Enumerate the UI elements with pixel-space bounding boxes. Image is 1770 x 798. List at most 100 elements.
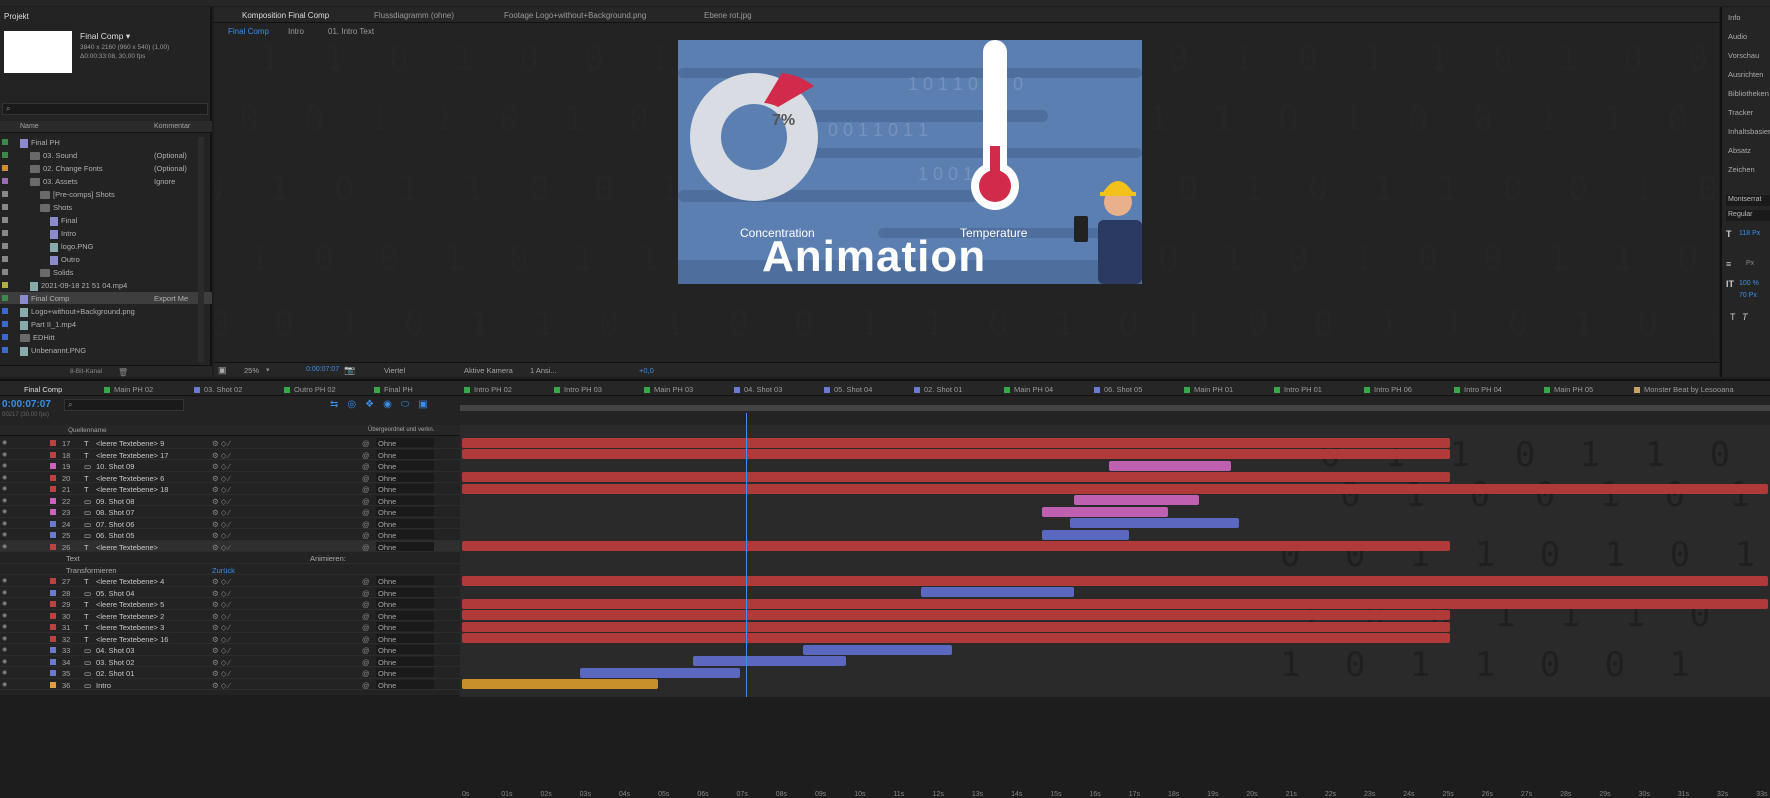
work-area-bar[interactable] [460,405,1770,411]
timeline-tab[interactable]: 03. Shot 02 [194,385,242,394]
parent-pickwhip-icon[interactable]: @ [362,508,370,517]
parent-pickwhip-icon[interactable]: @ [362,681,370,690]
parent-pickwhip-icon[interactable]: @ [362,497,370,506]
label-color-swatch[interactable] [2,321,8,327]
visibility-eye-icon[interactable]: ◉ [2,600,7,607]
layer-name[interactable]: 05. Shot 04 [96,589,134,598]
project-item[interactable]: 03. Assets Ignore [0,175,212,187]
project-item[interactable]: 2021-09-18 21 51 04.mp4 [0,279,212,291]
zoom-select[interactable]: 25% [244,366,259,375]
layer-switches[interactable]: ⚙ ◇ ∕ [212,658,230,667]
timeline-tab[interactable]: Main PH 03 [644,385,693,394]
timeline-tab[interactable]: Intro PH 01 [1274,385,1322,394]
timeline-switches[interactable]: ⇆◎❖◉⬭▣ [330,399,450,411]
project-item[interactable]: 02. Change Fonts (Optional) [0,162,212,174]
tab-composition[interactable]: Komposition Final Comp [242,11,329,20]
panel-info[interactable]: Info [1728,13,1741,22]
layer-row[interactable]: ◉ 22 ▭ 09. Shot 08 ⚙ ◇ ∕ @ Ohne [0,495,460,506]
parent-select[interactable]: Ohne [376,438,434,448]
breadcrumb-final-comp[interactable]: Final Comp [228,27,269,36]
leading-value[interactable]: 70 Px [1739,292,1757,299]
layer-switches[interactable]: ⚙ ◇ ∕ [212,600,230,609]
layer-row[interactable]: ◉ 18 T <leere Textebene> 17 ⚙ ◇ ∕ @ Ohne [0,449,460,460]
visibility-eye-icon[interactable]: ◉ [2,508,7,515]
parent-pickwhip-icon[interactable]: @ [362,635,370,644]
panel-zeichen[interactable]: Zeichen [1728,165,1755,174]
parent-select[interactable]: Ohne [376,587,434,598]
layer-switches[interactable]: ⚙ ◇ ∕ [212,623,230,632]
timeline-tab[interactable]: 05. Shot 04 [824,385,872,394]
label-color-swatch[interactable] [2,217,8,223]
parent-select[interactable]: Ohne [376,599,434,609]
layer-name[interactable]: <leere Textebene> 5 [96,600,164,609]
layer-switches[interactable]: ⚙ ◇ ∕ [212,589,230,598]
timeline-tab[interactable]: 06. Shot 05 [1094,385,1142,394]
parent-select[interactable]: Ohne [376,679,434,690]
layer-duration-bar[interactable] [462,610,1451,620]
project-item[interactable]: Outro [0,253,212,265]
layer-name[interactable]: <leere Textebene> [96,543,158,552]
layer-name[interactable]: <leere Textebene> 4 [96,577,164,586]
parent-select[interactable]: Ohne [376,461,434,471]
layer-row[interactable]: ◉ 30 T <leere Textebene> 2 ⚙ ◇ ∕ @ Ohne [0,610,460,621]
project-item[interactable]: Final [0,214,212,226]
label-color-swatch[interactable] [2,165,8,171]
camera-select[interactable]: Aktive Kamera [464,366,513,375]
parent-pickwhip-icon[interactable]: @ [362,589,370,598]
layer-name[interactable]: Intro [96,681,111,690]
layer-duration-bar[interactable] [462,449,1451,459]
parent-pickwhip-icon[interactable]: @ [362,658,370,667]
property-name[interactable]: Text [66,554,80,563]
parent-pickwhip-icon[interactable]: @ [362,439,370,448]
layer-name[interactable]: 10. Shot 09 [96,462,134,471]
visibility-eye-icon[interactable]: ◉ [2,497,7,504]
layer-duration-bar[interactable] [803,644,953,655]
layer-color-swatch[interactable] [50,681,56,688]
parent-pickwhip-icon[interactable]: @ [362,531,370,540]
preview-toggle-icon[interactable]: ▣ [218,365,227,376]
layer-color-swatch[interactable] [50,440,56,446]
layer-switches[interactable]: ⚙ ◇ ∕ [212,531,230,540]
column-source-name[interactable]: Quellenname [68,427,107,434]
project-item[interactable]: 03. Sound (Optional) [0,149,212,161]
project-item[interactable]: Final Comp Export Me [0,292,212,304]
tab-final-comp[interactable]: Final Comp [24,385,62,394]
layer-switches[interactable]: ⚙ ◇ ∕ [212,577,230,586]
layer-row[interactable]: ◉ 33 ▭ 04. Shot 03 ⚙ ◇ ∕ @ Ohne [0,644,460,656]
visibility-eye-icon[interactable]: ◉ [2,543,7,550]
layer-name[interactable]: 06. Shot 05 [96,531,134,540]
layer-row[interactable]: ◉ 25 ▭ 06. Shot 05 ⚙ ◇ ∕ @ Ohne [0,529,460,541]
layer-color-swatch[interactable] [50,647,56,653]
layer-duration-bar[interactable] [579,667,741,678]
project-item[interactable]: logo.PNG [0,240,212,252]
visibility-eye-icon[interactable]: ◉ [2,646,7,653]
panel-tracker[interactable]: Tracker [1728,108,1753,117]
layer-color-swatch[interactable] [50,543,56,550]
layer-row[interactable]: ◉ 17 T <leere Textebene> 9 ⚙ ◇ ∕ @ Ohne [0,437,460,449]
project-item[interactable]: Shots [0,201,212,213]
timeline-tab[interactable]: Outro PH 02 [284,385,336,394]
property-group[interactable]: Text Animieren: [0,552,460,564]
column-name[interactable]: Name [20,123,39,130]
layer-color-swatch[interactable] [50,463,56,469]
parent-select[interactable]: Ohne [376,495,434,506]
views-select[interactable]: 1 Ansi... [530,366,557,375]
playhead[interactable] [745,413,747,697]
parent-pickwhip-icon[interactable]: @ [362,612,370,621]
layer-row[interactable]: ◉ 34 ▭ 03. Shot 02 ⚙ ◇ ∕ @ Ohne [0,656,460,667]
layer-row[interactable]: ◉ 36 ▭ Intro ⚙ ◇ ∕ @ Ohne [0,679,460,690]
parent-select[interactable]: Ohne [376,656,434,667]
timeline-search-input[interactable]: ⌕ [64,399,184,411]
parent-select[interactable]: Ohne [376,507,434,517]
label-color-swatch[interactable] [2,191,8,197]
layer-duration-bar[interactable] [462,472,1451,482]
timeline-tab[interactable]: Final PH [374,385,413,394]
property-group[interactable]: Transformieren Zurück [0,564,460,575]
column-parent[interactable]: Übergeordnet und verkn. [368,427,434,433]
label-color-swatch[interactable] [2,295,8,301]
label-color-swatch[interactable] [2,204,8,210]
panel-bibliotheken[interactable]: Bibliotheken [1728,89,1769,98]
layer-duration-bar[interactable] [920,587,1074,597]
project-item[interactable]: EDHitt [0,331,212,343]
layer-name[interactable]: 03. Shot 02 [96,658,134,667]
